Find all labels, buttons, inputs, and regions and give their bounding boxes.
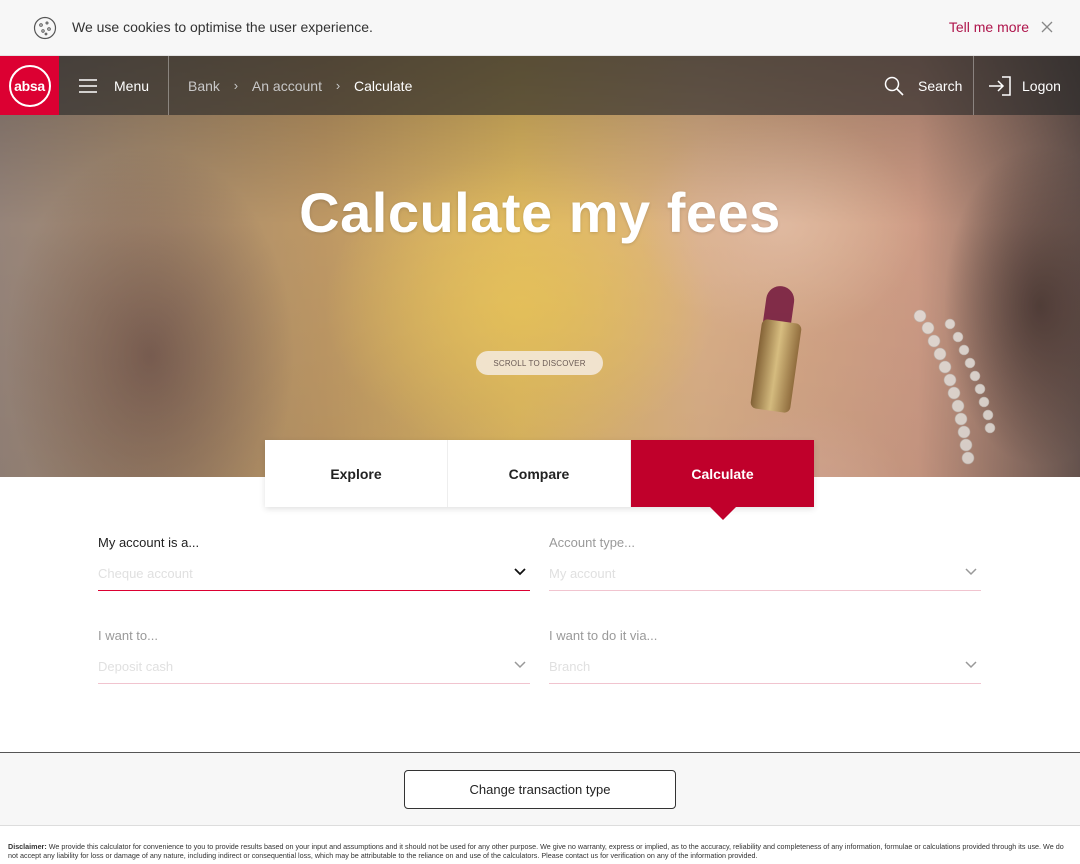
cookie-bar: We use cookies to optimise the user expe… bbox=[0, 0, 1080, 56]
account-is-field: My account is a... Cheque account bbox=[98, 535, 530, 591]
hero-banner bbox=[0, 56, 1080, 477]
calculator-tabs: Explore Compare Calculate bbox=[265, 440, 814, 520]
want-to-field: I want to... Deposit cash bbox=[98, 628, 530, 684]
cookie-icon bbox=[33, 16, 57, 40]
breadcrumb-calculate: Calculate bbox=[353, 77, 413, 94]
account-type-field: Account type... My account bbox=[549, 535, 981, 591]
absa-logo[interactable]: absa bbox=[0, 56, 59, 115]
want-to-select[interactable]: Deposit cash bbox=[98, 656, 530, 684]
page-title: Calculate my fees bbox=[299, 181, 781, 244]
nav-divider bbox=[973, 56, 974, 115]
search-icon bbox=[884, 76, 904, 96]
hero-shade bbox=[0, 56, 1080, 477]
tab-calculate[interactable]: Calculate bbox=[631, 440, 814, 520]
tab-explore[interactable]: Explore bbox=[265, 440, 448, 507]
do-it-via-select[interactable]: Branch bbox=[549, 656, 981, 684]
menu-label: Menu bbox=[114, 77, 150, 94]
chevron-down-icon bbox=[514, 568, 526, 576]
search-button[interactable]: Search bbox=[884, 56, 962, 115]
nav-divider bbox=[168, 56, 169, 115]
chevron-down-icon bbox=[965, 661, 977, 669]
account-is-label: My account is a... bbox=[98, 535, 200, 550]
menu-button[interactable]: Menu bbox=[79, 56, 149, 115]
logon-button[interactable]: Logon bbox=[988, 56, 1061, 115]
close-icon[interactable] bbox=[1040, 20, 1054, 34]
search-label: Search bbox=[918, 77, 963, 94]
account-type-select[interactable]: My account bbox=[549, 563, 981, 591]
breadcrumb-bank[interactable]: Bank bbox=[188, 78, 220, 94]
account-is-select[interactable]: Cheque account bbox=[98, 563, 530, 591]
account-type-label: Account type... bbox=[549, 535, 635, 550]
account-type-value: My account bbox=[549, 566, 616, 581]
tab-compare[interactable]: Compare bbox=[448, 440, 631, 507]
chevron-right-icon: › bbox=[233, 78, 239, 93]
chevron-down-icon bbox=[965, 568, 977, 576]
cookie-message: We use cookies to optimise the user expe… bbox=[72, 19, 373, 35]
disclaimer: Disclaimer: We provide this calculator f… bbox=[8, 842, 1072, 860]
hamburger-icon bbox=[79, 78, 97, 93]
change-transaction-type-button[interactable]: Change transaction type bbox=[404, 770, 676, 809]
want-to-label: I want to... bbox=[98, 628, 158, 643]
tell-me-more-link[interactable]: Tell me more bbox=[949, 19, 1029, 35]
logo-text: absa bbox=[8, 64, 51, 107]
do-it-via-field: I want to do it via... Branch bbox=[549, 628, 981, 684]
chevron-right-icon: › bbox=[335, 78, 341, 93]
want-to-value: Deposit cash bbox=[98, 659, 174, 674]
disclaimer-text: We provide this calculator for convenien… bbox=[8, 842, 1064, 860]
breadcrumb: Bank › An account › Calculate bbox=[188, 56, 412, 115]
do-it-via-value: Branch bbox=[549, 659, 591, 674]
breadcrumb-an-account[interactable]: An account bbox=[252, 78, 322, 94]
scroll-to-discover-button[interactable]: SCROLL TO DISCOVER bbox=[476, 351, 603, 375]
account-is-value: Cheque account bbox=[98, 566, 193, 581]
top-navigation: absa Menu Bank › An account › Calculate … bbox=[0, 56, 1080, 115]
chevron-down-icon bbox=[514, 661, 526, 669]
logon-label: Logon bbox=[1022, 77, 1061, 94]
logon-icon bbox=[989, 75, 1011, 96]
do-it-via-label: I want to do it via... bbox=[549, 628, 658, 643]
